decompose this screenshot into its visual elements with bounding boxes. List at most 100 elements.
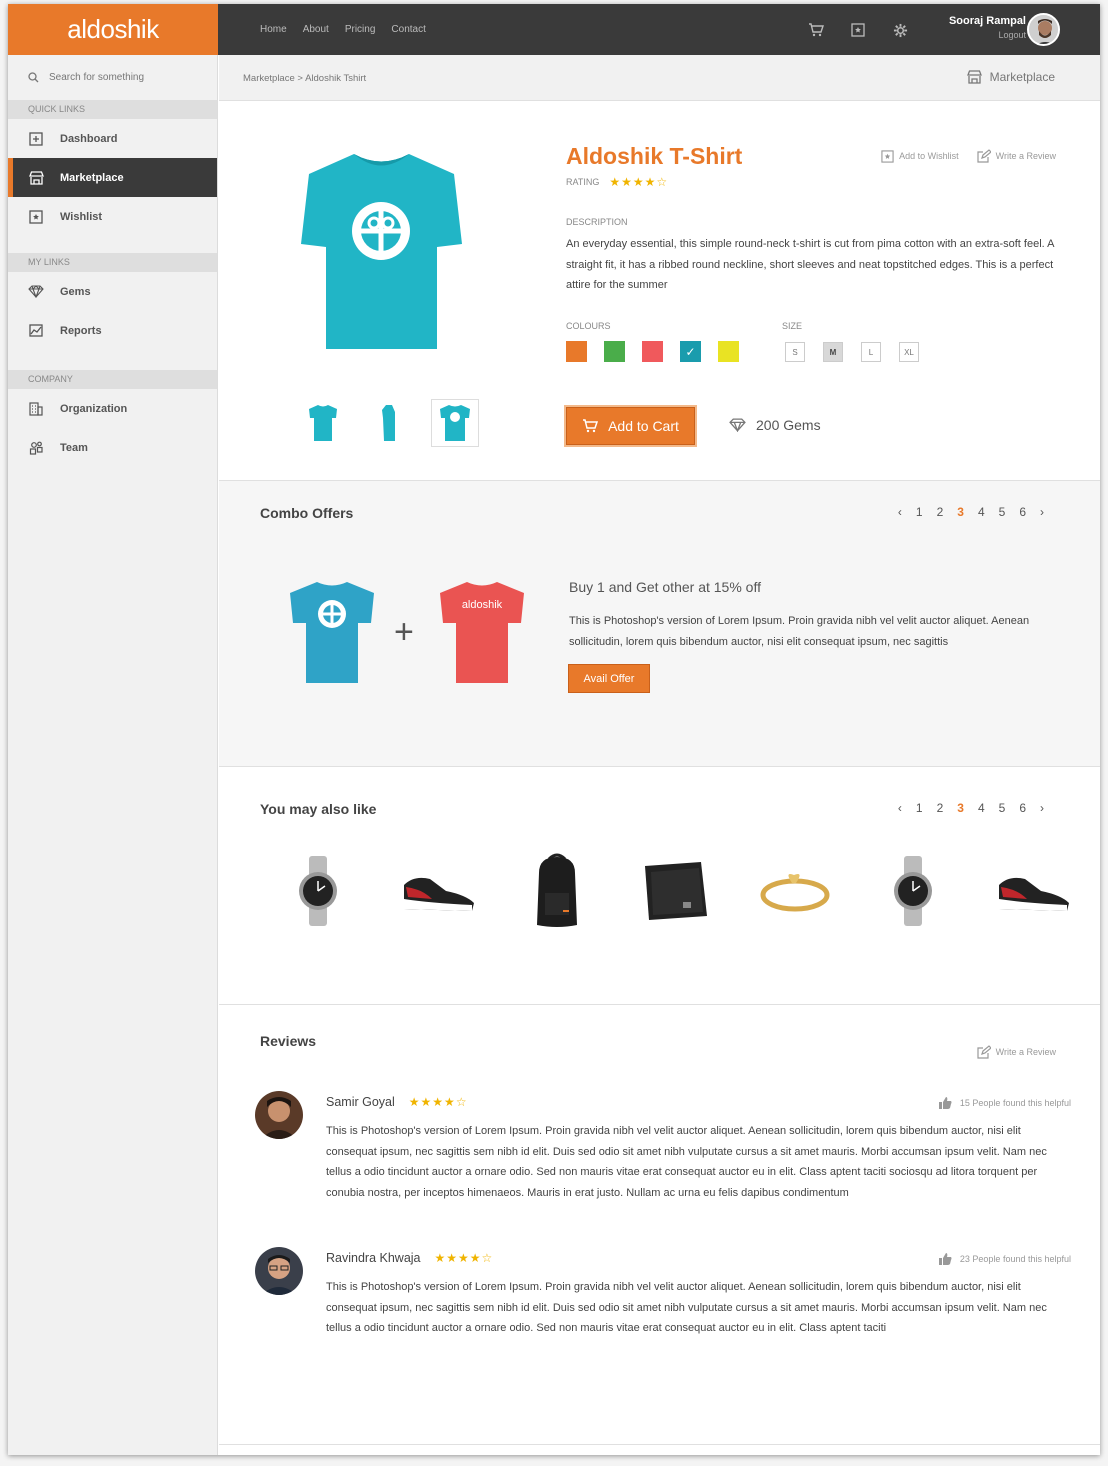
product-item[interactable]	[973, 851, 1092, 931]
chevron-right-icon[interactable]: ›	[1040, 505, 1044, 519]
watch-icon	[298, 856, 337, 926]
nav-pricing[interactable]: Pricing	[345, 24, 376, 35]
product-item[interactable]	[616, 851, 735, 931]
company-header: COMPANY	[8, 370, 217, 389]
product-image	[299, 149, 464, 359]
plus-sign: +	[394, 613, 414, 651]
sidebar-item-wishlist[interactable]: Wishlist	[8, 197, 217, 236]
search-bar[interactable]: Search for something	[8, 55, 217, 100]
page-5[interactable]: 5	[999, 505, 1006, 519]
nav-home[interactable]: Home	[260, 24, 287, 35]
app-window: aldoshik Home About Pricing Contact Soor…	[8, 4, 1100, 1455]
size-label: SIZE	[782, 321, 803, 331]
wishlist-icon	[881, 149, 894, 163]
sidebar-item-gems[interactable]: Gems	[8, 272, 217, 311]
breadcrumb-bar: Marketplace > Aldoshik Tshirt Marketplac…	[219, 55, 1100, 101]
size-option[interactable]: XL	[899, 342, 919, 362]
chevron-left-icon[interactable]: ‹	[898, 801, 902, 815]
top-icons	[806, 20, 910, 40]
search-input[interactable]: Search for something	[49, 72, 144, 83]
combo-shirt-red: aldoshik	[437, 579, 527, 690]
chevron-left-icon[interactable]: ‹	[898, 505, 902, 519]
product-carousel	[259, 851, 1092, 931]
colour-swatch[interactable]: ✓	[680, 341, 701, 362]
colour-swatch[interactable]	[718, 341, 739, 362]
cart-icon[interactable]	[806, 20, 826, 40]
description-label: DESCRIPTION	[566, 217, 628, 227]
user-menu[interactable]: Sooraj Rampal Logout	[949, 15, 1026, 40]
thumbnail-front[interactable]	[299, 399, 347, 447]
product-item[interactable]	[735, 851, 854, 931]
backpack-icon	[536, 853, 577, 927]
sneaker-icon	[403, 877, 474, 911]
write-review-label: Write a Review	[995, 151, 1056, 161]
nav-contact[interactable]: Contact	[391, 24, 425, 35]
reviewer-name: Ravindra Khwaja	[326, 1251, 421, 1265]
rating-label: RATING	[566, 177, 600, 187]
product-item[interactable]	[259, 851, 378, 931]
sidebar-item-label: Organization	[60, 402, 128, 415]
page-1[interactable]: 1	[916, 505, 923, 519]
product-item[interactable]	[854, 851, 973, 931]
my-links-header: MY LINKS	[8, 253, 217, 272]
product-item[interactable]	[497, 851, 616, 931]
combo-offers-section: Combo Offers ‹ 1 2 3 4 5 6 › + aldoshik …	[219, 481, 1100, 767]
size-option[interactable]: L	[861, 342, 881, 362]
dashboard-icon	[28, 131, 44, 147]
sidebar-item-dashboard[interactable]: Dashboard	[8, 119, 217, 158]
page-6[interactable]: 6	[1019, 801, 1026, 815]
sidebar-item-organization[interactable]: Organization	[8, 389, 217, 428]
write-review-button[interactable]: Write a Review	[977, 149, 1056, 163]
sidebar-item-label: Dashboard	[60, 132, 118, 145]
sidebar-item-team[interactable]: Team	[8, 428, 217, 467]
page-4[interactable]: 4	[978, 801, 985, 815]
product-item[interactable]	[378, 851, 497, 931]
thumbs-up-icon[interactable]	[938, 1097, 952, 1109]
sidebar-item-marketplace[interactable]: Marketplace	[8, 158, 217, 197]
page-2[interactable]: 2	[937, 505, 944, 519]
nav-about[interactable]: About	[303, 24, 329, 35]
add-to-wishlist-label: Add to Wishlist	[899, 151, 959, 161]
ring-icon	[760, 874, 829, 912]
also-like-title: You may also like	[260, 801, 377, 817]
page-1[interactable]: 1	[916, 801, 923, 815]
gear-icon[interactable]	[890, 20, 910, 40]
user-name: Sooraj Rampal	[948, 15, 1026, 27]
sneaker-icon	[998, 877, 1069, 911]
wallet-icon	[644, 862, 707, 920]
logo[interactable]: aldoshik	[8, 4, 218, 55]
logout-link[interactable]: Logout	[949, 30, 1026, 40]
page-6[interactable]: 6	[1019, 505, 1026, 519]
thumbnail-back[interactable]	[431, 399, 479, 447]
thumbs-up-icon[interactable]	[938, 1253, 952, 1265]
product-thumbnails	[299, 399, 479, 447]
page-4[interactable]: 4	[978, 505, 985, 519]
product-detail: Aldoshik T-Shirt RATING ★★★★☆ Add to Wis…	[219, 101, 1100, 481]
offer-text: This is Photoshop's version of Lorem Ips…	[569, 615, 1030, 648]
helpful-label: 15 People found this helpful	[959, 1098, 1071, 1108]
write-review-button[interactable]: Write a Review	[977, 1045, 1056, 1059]
page-5[interactable]: 5	[999, 801, 1006, 815]
breadcrumb-parent[interactable]: Marketplace	[243, 73, 295, 84]
marketplace-link[interactable]: Marketplace	[966, 70, 1055, 84]
page-3[interactable]: 3	[957, 505, 964, 519]
colour-swatch[interactable]	[642, 341, 663, 362]
colour-swatch[interactable]	[604, 341, 625, 362]
size-option[interactable]: S	[785, 342, 805, 362]
avail-offer-button[interactable]: Avail Offer	[568, 664, 650, 693]
sidebar-item-reports[interactable]: Reports	[8, 311, 217, 350]
store-icon	[966, 70, 982, 84]
add-to-cart-button[interactable]: Add to Cart	[566, 407, 695, 445]
colour-swatch[interactable]	[566, 341, 587, 362]
page-3[interactable]: 3	[957, 801, 964, 815]
size-option[interactable]: M	[823, 342, 843, 362]
chevron-right-icon[interactable]: ›	[1040, 801, 1044, 815]
wishlist-icon[interactable]	[848, 20, 868, 40]
reviewer-name: Samir Goyal	[326, 1095, 395, 1109]
page-2[interactable]: 2	[937, 801, 944, 815]
avatar[interactable]	[1027, 13, 1060, 46]
thumbnail-side[interactable]	[365, 399, 413, 447]
review-stars: ★★★★☆	[408, 1095, 468, 1109]
add-to-wishlist-button[interactable]: Add to Wishlist	[881, 149, 959, 163]
